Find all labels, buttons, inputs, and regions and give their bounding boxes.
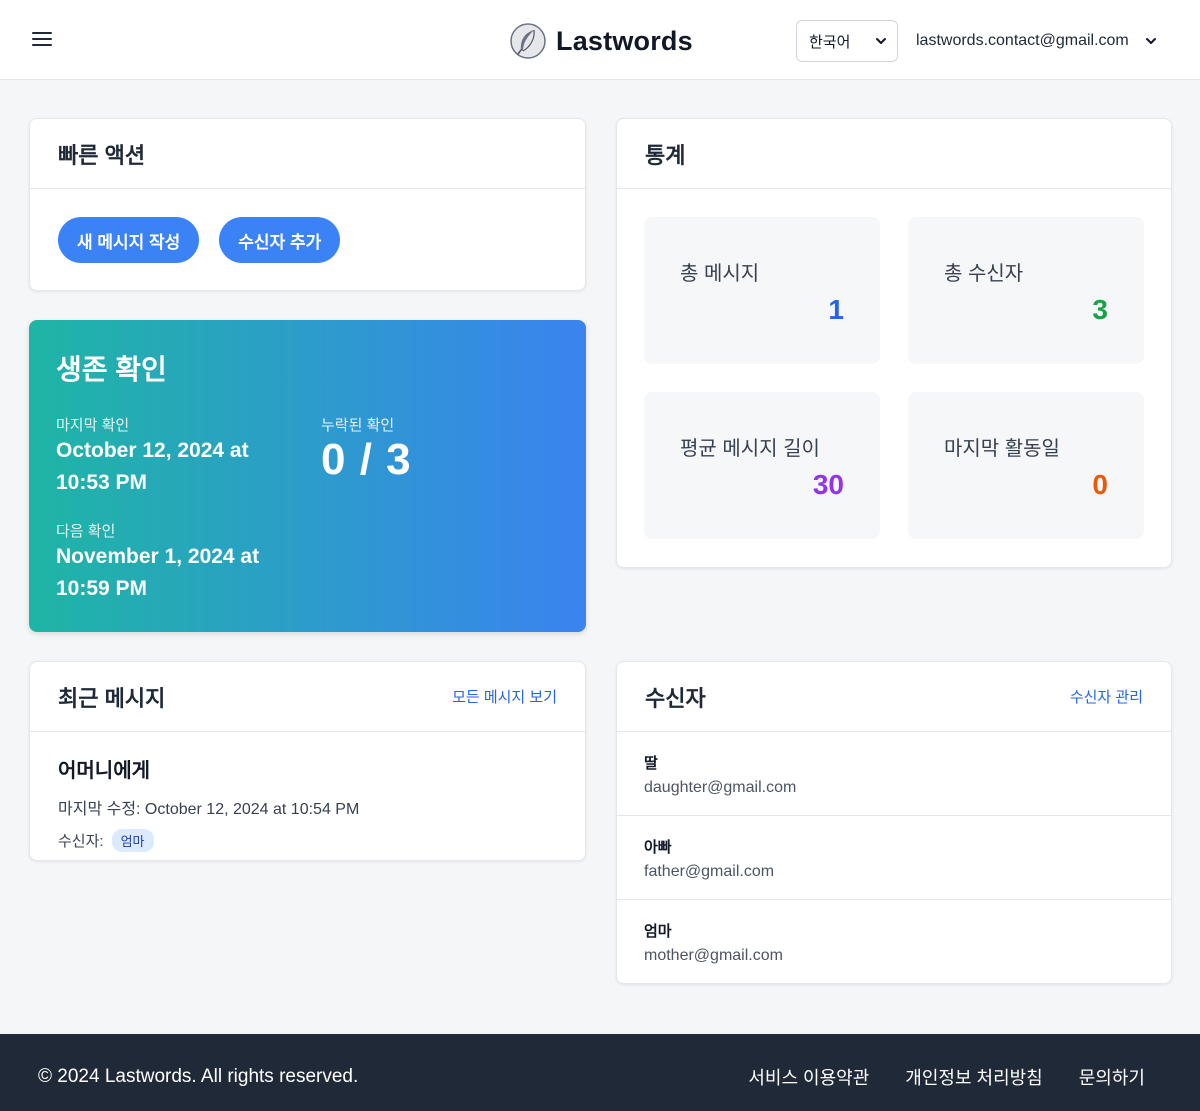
chevron-down-icon xyxy=(876,38,886,44)
language-value: 한국어 xyxy=(809,33,851,51)
stat-total-recipients: 총 수신자 3 xyxy=(908,217,1144,364)
menu-icon[interactable] xyxy=(30,28,54,52)
card-header: 빠른 액션 xyxy=(30,119,585,189)
last-check-label: 마지막 확인 xyxy=(56,417,130,434)
card-header: 수신자 수신자 관리 xyxy=(617,662,1171,732)
survival-check-card: 생존 확인 마지막 확인 October 12, 2024 at 10:53 P… xyxy=(29,320,586,632)
feather-logo-icon xyxy=(510,23,546,59)
card-title: 수신자 xyxy=(645,685,706,711)
recipient-label: 수신자: xyxy=(58,833,104,850)
contact-link[interactable]: 문의하기 xyxy=(1079,1064,1145,1090)
missed-check-label: 누락된 확인 xyxy=(321,417,395,434)
message-modified: 마지막 수정: October 12, 2024 at 10:54 PM xyxy=(58,801,360,818)
recipient-name: 아빠 xyxy=(644,839,672,856)
recipient-row[interactable]: 엄마 mother@gmail.com xyxy=(617,900,1171,984)
recipient-name: 딸 xyxy=(644,755,658,772)
top-navbar: Lastwords 한국어 lastwords.contact@gmail.co… xyxy=(0,0,1200,80)
last-check-value: October 12, 2024 at 10:53 PM xyxy=(56,439,249,494)
footer-links: 서비스 이용약관 개인정보 처리방침 문의하기 xyxy=(748,1064,1145,1090)
chevron-down-icon xyxy=(1145,38,1156,44)
view-all-messages-link[interactable]: 모든 메시지 보기 xyxy=(452,686,557,707)
stat-value: 3 xyxy=(1092,294,1108,325)
card-title: 최근 메시지 xyxy=(58,685,166,711)
recipient-name: 엄마 xyxy=(644,923,672,940)
stat-label: 총 메시지 xyxy=(680,263,760,285)
stat-label: 총 수신자 xyxy=(944,263,1024,285)
card-title: 통계 xyxy=(645,142,686,168)
stat-average-length: 평균 메시지 길이 30 xyxy=(644,392,880,539)
card-title: 빠른 액션 xyxy=(58,142,146,168)
footer: © 2024 Lastwords. All rights reserved. 서… xyxy=(0,1034,1200,1111)
language-select[interactable]: 한국어 xyxy=(796,20,898,62)
brand-link[interactable]: Lastwords xyxy=(510,22,693,60)
missed-check-value: 0 / 3 xyxy=(321,435,412,484)
recent-messages-card: 최근 메시지 모든 메시지 보기 어머니에게 마지막 수정: October 1… xyxy=(29,661,586,861)
recipient-row[interactable]: 아빠 father@gmail.com xyxy=(617,816,1171,900)
next-check-label: 다음 확인 xyxy=(56,523,116,540)
privacy-link[interactable]: 개인정보 처리방침 xyxy=(905,1064,1042,1090)
recipient-email: mother@gmail.com xyxy=(644,947,783,964)
next-check-value: November 1, 2024 at 10:59 PM xyxy=(56,545,260,600)
recipient-email: daughter@gmail.com xyxy=(644,779,797,796)
actions-row: 새 메시지 작성 수신자 추가 xyxy=(30,189,585,291)
message-recipients: 수신자: 엄마 xyxy=(58,829,557,852)
brand-name: Lastwords xyxy=(556,25,693,56)
manage-recipients-link[interactable]: 수신자 관리 xyxy=(1070,686,1143,707)
user-email: lastwords.contact@gmail.com xyxy=(916,32,1129,49)
message-list-item[interactable]: 어머니에게 마지막 수정: October 12, 2024 at 10:54 … xyxy=(30,732,585,874)
recipient-tag: 엄마 xyxy=(111,829,154,852)
message-title: 어머니에게 xyxy=(58,760,150,782)
stat-label: 마지막 활동일 xyxy=(944,438,1060,460)
stats-card: 통계 총 메시지 1 총 수신자 3 평균 메시지 길이 30 마지막 활동일 … xyxy=(616,118,1172,568)
recipients-card: 수신자 수신자 관리 딸 daughter@gmail.com 아빠 fathe… xyxy=(616,661,1172,984)
recipient-row[interactable]: 딸 daughter@gmail.com xyxy=(617,732,1171,816)
survival-title: 생존 확인 xyxy=(56,354,167,385)
copyright-text: © 2024 Lastwords. All rights reserved. xyxy=(38,1066,359,1087)
stat-value: 1 xyxy=(828,294,844,325)
stat-value: 30 xyxy=(812,469,844,500)
stat-value: 0 xyxy=(1092,469,1108,500)
stat-last-activity: 마지막 활동일 0 xyxy=(908,392,1144,539)
quick-actions-card: 빠른 액션 새 메시지 작성 수신자 추가 xyxy=(29,118,586,291)
recipient-email: father@gmail.com xyxy=(644,863,775,880)
terms-link[interactable]: 서비스 이용약관 xyxy=(748,1064,869,1090)
stat-total-messages: 총 메시지 1 xyxy=(644,217,880,364)
card-header: 통계 xyxy=(617,119,1171,189)
card-header: 최근 메시지 모든 메시지 보기 xyxy=(30,662,585,732)
new-message-button[interactable]: 새 메시지 작성 xyxy=(58,217,200,263)
user-menu[interactable]: lastwords.contact@gmail.com xyxy=(916,20,1159,62)
add-recipient-button[interactable]: 수신자 추가 xyxy=(219,217,341,263)
stat-label: 평균 메시지 길이 xyxy=(680,438,820,460)
